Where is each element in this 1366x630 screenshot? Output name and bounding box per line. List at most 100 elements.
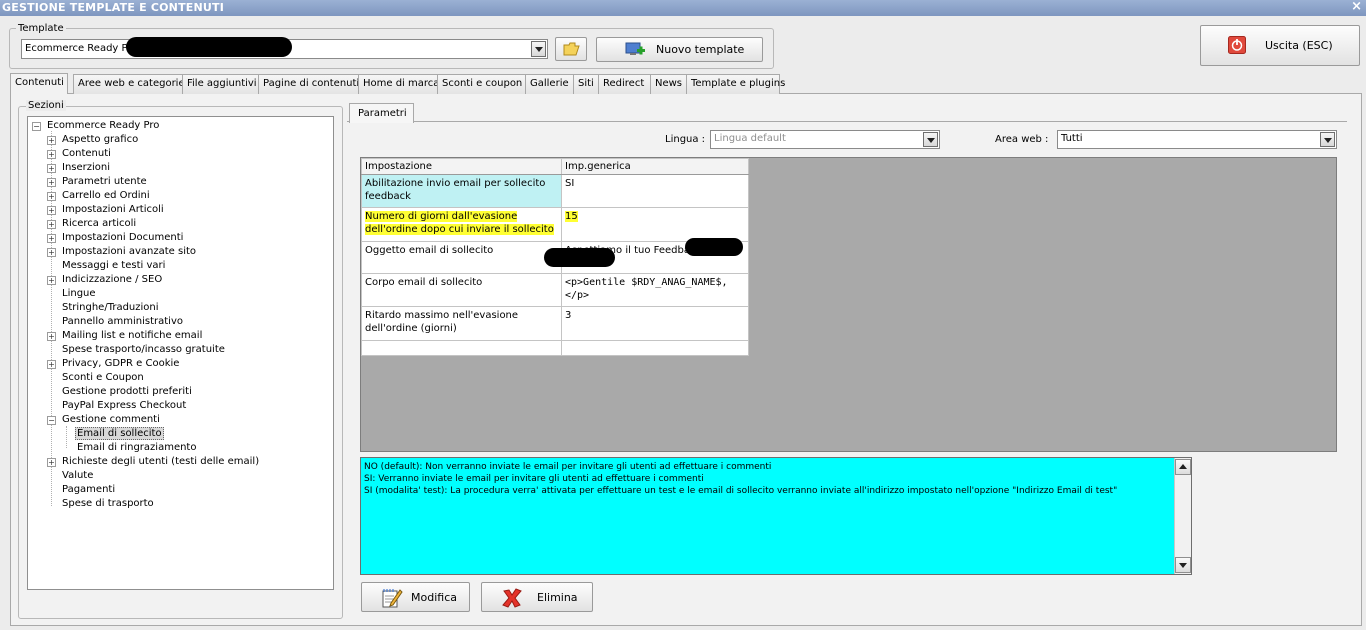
redaction-mark <box>685 238 743 256</box>
expand-icon[interactable]: + <box>47 136 56 145</box>
tab-gallerie[interactable]: Gallerie <box>525 74 577 94</box>
column-header[interactable]: Imp.generica <box>561 158 749 175</box>
expand-icon[interactable]: + <box>47 234 56 243</box>
highlighted-setting-name: Numero di giorni dall'evasione dell'ordi… <box>365 211 554 235</box>
folder-open-icon <box>563 42 580 56</box>
help-scrollbar[interactable] <box>1174 458 1191 574</box>
tab-contenuti[interactable]: Contenuti <box>10 73 68 94</box>
tree-item-label: Email di ringraziamento <box>77 442 197 453</box>
tree-guide-line <box>66 426 67 448</box>
tree-item-label: Sconti e Coupon <box>62 372 144 383</box>
setting-name-cell[interactable]: Oggetto email di sollecito <box>361 241 562 274</box>
help-line: SI: Verranno inviate le email per invita… <box>364 474 704 484</box>
empty-cell[interactable] <box>561 340 749 356</box>
power-icon <box>1228 36 1246 54</box>
delete-button[interactable]: Elimina <box>481 582 593 612</box>
tree-item-label: Pannello amministrativo <box>62 316 184 327</box>
redaction-mark <box>544 248 615 267</box>
expand-icon[interactable]: + <box>47 164 56 173</box>
area-web-label: Area web : <box>995 134 1049 145</box>
tree-item-label: Valute <box>62 470 94 481</box>
tree-guide-line <box>51 131 52 506</box>
window-titlebar: GESTIONE TEMPLATE E CONTENUTI × <box>0 0 1366 16</box>
table-row[interactable]: Ritardo massimo nell'evasione dell'ordin… <box>361 306 749 341</box>
new-template-button[interactable]: Nuovo template <box>596 37 763 62</box>
setting-name-cell[interactable]: Ritardo massimo nell'evasione dell'ordin… <box>361 306 562 341</box>
tree-item-label: Lingue <box>62 288 96 299</box>
table-row[interactable]: Numero di giorni dall'evasione dell'ordi… <box>361 207 749 242</box>
tree-item-label: Mailing list e notifiche email <box>62 330 203 341</box>
help-line: SI (modalita' test): La procedura verra'… <box>364 486 1118 496</box>
setting-value-cell[interactable]: 3 <box>561 306 749 341</box>
empty-cell[interactable] <box>361 340 562 356</box>
column-header[interactable]: Impostazione <box>361 158 562 175</box>
exit-button[interactable]: Uscita (ESC) <box>1200 25 1360 66</box>
help-line: NO (default): Non verranno inviate le em… <box>364 462 772 472</box>
tab-sconti-coupon[interactable]: Sconti e coupon <box>437 74 531 94</box>
tree-item-label: Spese di trasporto <box>62 498 154 509</box>
scroll-up-icon[interactable] <box>1175 459 1191 475</box>
new-template-label: Nuovo template <box>656 43 745 56</box>
area-web-select-value: Tutti <box>1061 133 1083 144</box>
tree-item-label: Impostazioni Documenti <box>62 232 184 243</box>
open-folder-button[interactable] <box>555 37 587 61</box>
area-web-select[interactable]: Tutti <box>1057 130 1337 149</box>
exit-label: Uscita (ESC) <box>1265 39 1333 52</box>
scroll-down-icon[interactable] <box>1175 557 1191 573</box>
tab-redirect[interactable]: Redirect <box>598 74 655 94</box>
expand-icon[interactable]: + <box>47 192 56 201</box>
chevron-down-icon[interactable] <box>531 41 546 57</box>
lingua-select-value: Lingua default <box>714 133 786 144</box>
modify-button[interactable]: Modifica <box>361 582 470 612</box>
tree-item-label: Aspetto grafico <box>62 134 139 145</box>
lingua-label: Lingua : <box>665 134 706 145</box>
tab-parametri[interactable]: Parametri <box>349 103 414 123</box>
tab-file-aggiuntivi[interactable]: File aggiuntivi <box>182 74 261 94</box>
expand-icon[interactable]: + <box>47 178 56 187</box>
tree-item-label: PayPal Express Checkout <box>62 400 187 411</box>
expand-icon[interactable]: + <box>47 150 56 159</box>
table-row[interactable]: Corpo email di sollecito <p>Gentile $RDY… <box>361 273 749 307</box>
template-select-value: Ecommerce Ready Pr <box>25 43 132 54</box>
tree-item-label: Carrello ed Ordini <box>62 190 150 201</box>
tree-item-label: Email di sollecito <box>75 427 164 440</box>
expand-icon[interactable]: + <box>47 206 56 215</box>
setting-value-cell[interactable]: <p>Gentile $RDY_ANAG_NAME$,</p> <box>561 273 749 307</box>
expand-icon[interactable]: + <box>47 276 56 285</box>
tab-siti[interactable]: Siti <box>573 74 601 94</box>
table-row-empty[interactable] <box>361 340 749 356</box>
sections-group-label: Sezioni <box>26 100 66 111</box>
collapse-icon[interactable]: − <box>47 416 56 425</box>
tab-home-marca[interactable]: Home di marca <box>358 74 443 94</box>
setting-name-cell[interactable]: Abilitazione invio email per sollecito f… <box>361 174 562 208</box>
setting-name-cell[interactable]: Numero di giorni dall'evasione dell'ordi… <box>361 207 562 242</box>
tab-aree-web[interactable]: Aree web e categorie <box>73 74 185 94</box>
tree-item-label: Indicizzazione / SEO <box>62 274 163 285</box>
close-icon[interactable]: × <box>1351 0 1362 14</box>
red-x-icon <box>502 588 522 608</box>
tree-item-label: Pagamenti <box>62 484 116 495</box>
setting-value-cell[interactable]: SI <box>561 174 749 208</box>
expand-icon[interactable]: + <box>47 360 56 369</box>
tree-item-label: Spese trasporto/incasso gratuite <box>62 344 225 355</box>
tab-template-plugins[interactable]: Template e plugins <box>686 74 785 94</box>
tab-pagine-contenuti[interactable]: Pagine di contenuti <box>258 74 361 94</box>
tab-news[interactable]: News <box>650 74 688 94</box>
setting-name-cell[interactable]: Corpo email di sollecito <box>361 273 562 307</box>
expand-icon[interactable]: + <box>47 220 56 229</box>
lingua-select[interactable]: Lingua default <box>710 130 940 149</box>
tree-item-label: Messaggi e testi vari <box>62 260 166 271</box>
modify-label: Modifica <box>411 591 457 604</box>
chevron-down-icon[interactable] <box>923 132 938 147</box>
chevron-down-icon[interactable] <box>1320 132 1335 147</box>
help-textarea[interactable]: NO (default): Non verranno inviate le em… <box>360 457 1192 575</box>
sections-tree[interactable]: − Ecommerce Ready Pro + Aspetto grafico +… <box>27 116 334 590</box>
collapse-icon[interactable]: − <box>32 122 41 131</box>
delete-label: Elimina <box>537 591 578 604</box>
expand-icon[interactable]: + <box>47 332 56 341</box>
expand-icon[interactable]: + <box>47 248 56 257</box>
tree-item-label: Impostazioni avanzate sito <box>62 246 197 257</box>
table-row[interactable]: Abilitazione invio email per sollecito f… <box>361 174 749 208</box>
setting-value-cell[interactable]: 15 <box>561 207 749 242</box>
expand-icon[interactable]: + <box>47 458 56 467</box>
